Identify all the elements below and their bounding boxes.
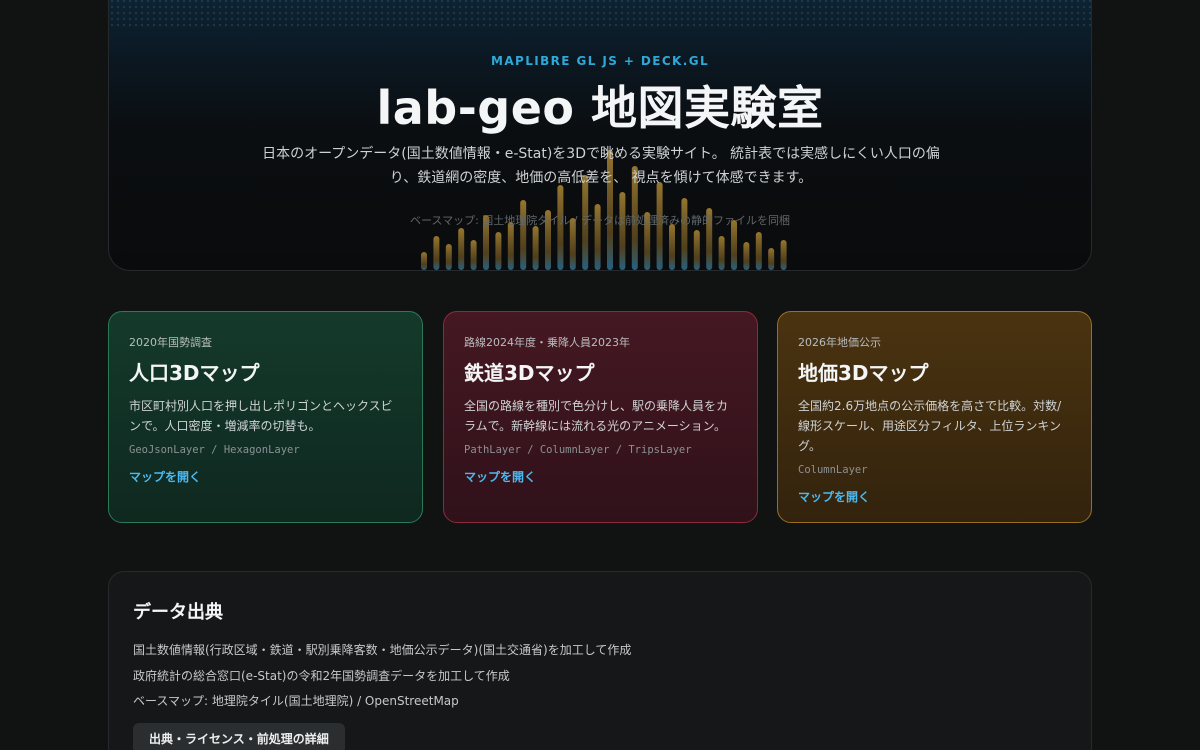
hero-bar bbox=[780, 240, 787, 270]
card-railway[interactable]: 路線2024年度・乗降人員2023年 鉄道3Dマップ 全国の路線を種別で色分けし… bbox=[443, 311, 758, 523]
open-railway-map-link[interactable]: マップを開く bbox=[464, 470, 536, 484]
card-kicker: 2026年地価公示 bbox=[798, 336, 881, 349]
card-kicker: 路線2024年度・乗降人員2023年 bbox=[464, 336, 630, 349]
hero-bar bbox=[507, 222, 514, 270]
data-credits-section: データ出典 国土数値情報(行政区域・鉄道・駅別乗降客数・地価公示データ)(国土交… bbox=[108, 571, 1092, 750]
card-layers: ColumnLayer bbox=[798, 464, 868, 476]
credits-line: 政府統計の総合窓口(e-Stat)の令和2年国勢調査データを加工して作成 bbox=[133, 668, 510, 683]
card-title: 人口3Dマップ bbox=[129, 361, 260, 385]
card-kicker: 2020年国勢調査 bbox=[129, 336, 212, 349]
hero-bar bbox=[768, 248, 775, 270]
hero-bar bbox=[433, 236, 440, 270]
open-landprice-map-link[interactable]: マップを開く bbox=[798, 490, 870, 504]
credits-line: ベースマップ: 地理院タイル(国土地理院) / OpenStreetMap bbox=[133, 694, 459, 708]
credits-title: データ出典 bbox=[133, 602, 223, 623]
hero-bar bbox=[532, 226, 539, 270]
card-title: 鉄道3Dマップ bbox=[464, 361, 595, 385]
card-layers: PathLayer / ColumnLayer / TripsLayer bbox=[464, 444, 692, 456]
hero-bar bbox=[619, 192, 626, 270]
card-description: 市区町村別人口を押し出しポリゴンとヘックスビンで。人口密度・増減率の切替も。 bbox=[129, 399, 393, 433]
hero-bar bbox=[458, 228, 465, 270]
hero-bar bbox=[693, 230, 700, 270]
card-population[interactable]: 2020年国勢調査 人口3Dマップ 市区町村別人口を押し出しポリゴンとヘックスビ… bbox=[108, 311, 423, 523]
credits-line: 国土数値情報(行政区域・鉄道・駅別乗降客数・地価公示データ)(国土交通省)を加工… bbox=[133, 643, 632, 657]
hero-bar bbox=[755, 232, 762, 270]
license-details-button[interactable]: 出典・ライセンス・前処理の詳細 bbox=[133, 723, 345, 750]
hero-bar bbox=[743, 242, 750, 270]
hero-bar bbox=[495, 232, 502, 270]
card-landprice[interactable]: 2026年地価公示 地価3Dマップ 全国約2.6万地点の公示価格を高さで比較。対… bbox=[777, 311, 1092, 523]
hero-eyebrow: MAPLIBRE GL JS + DECK.GL bbox=[490, 54, 709, 68]
hero-note: ベースマップ: 国土地理院タイル / データは前処理済みの静的ファイルを同梱 bbox=[409, 214, 791, 227]
hero-bar bbox=[669, 224, 675, 270]
hero-bar bbox=[421, 252, 427, 270]
hero-description: 日本のオープンデータ(国土数値情報・e-Stat)を3Dで眺める実験サイト。 統… bbox=[262, 146, 940, 186]
hero-bar bbox=[718, 236, 725, 270]
card-description: 全国の路線を種別で色分けし、駅の乗降人員をカラムで。新幹線には流れる光のアニメー… bbox=[464, 399, 729, 433]
card-title: 地価3Dマップ bbox=[798, 361, 929, 385]
hero-section: MAPLIBRE GL JS + DECK.GL lab-geo 地図実験室 日… bbox=[108, 0, 1092, 271]
card-description: 全国約2.6万地点の公示価格を高さで比較。対数/線形スケール、用途区分フィルタ、… bbox=[798, 399, 1062, 453]
hero-bar bbox=[681, 198, 688, 270]
hero-bar bbox=[470, 240, 477, 270]
card-layers: GeoJsonLayer / HexagonLayer bbox=[129, 444, 300, 456]
open-population-map-link[interactable]: マップを開く bbox=[129, 470, 201, 484]
page-title: lab-geo 地図実験室 bbox=[376, 81, 824, 135]
hero-bar bbox=[520, 200, 527, 270]
hero-bar bbox=[445, 244, 452, 270]
